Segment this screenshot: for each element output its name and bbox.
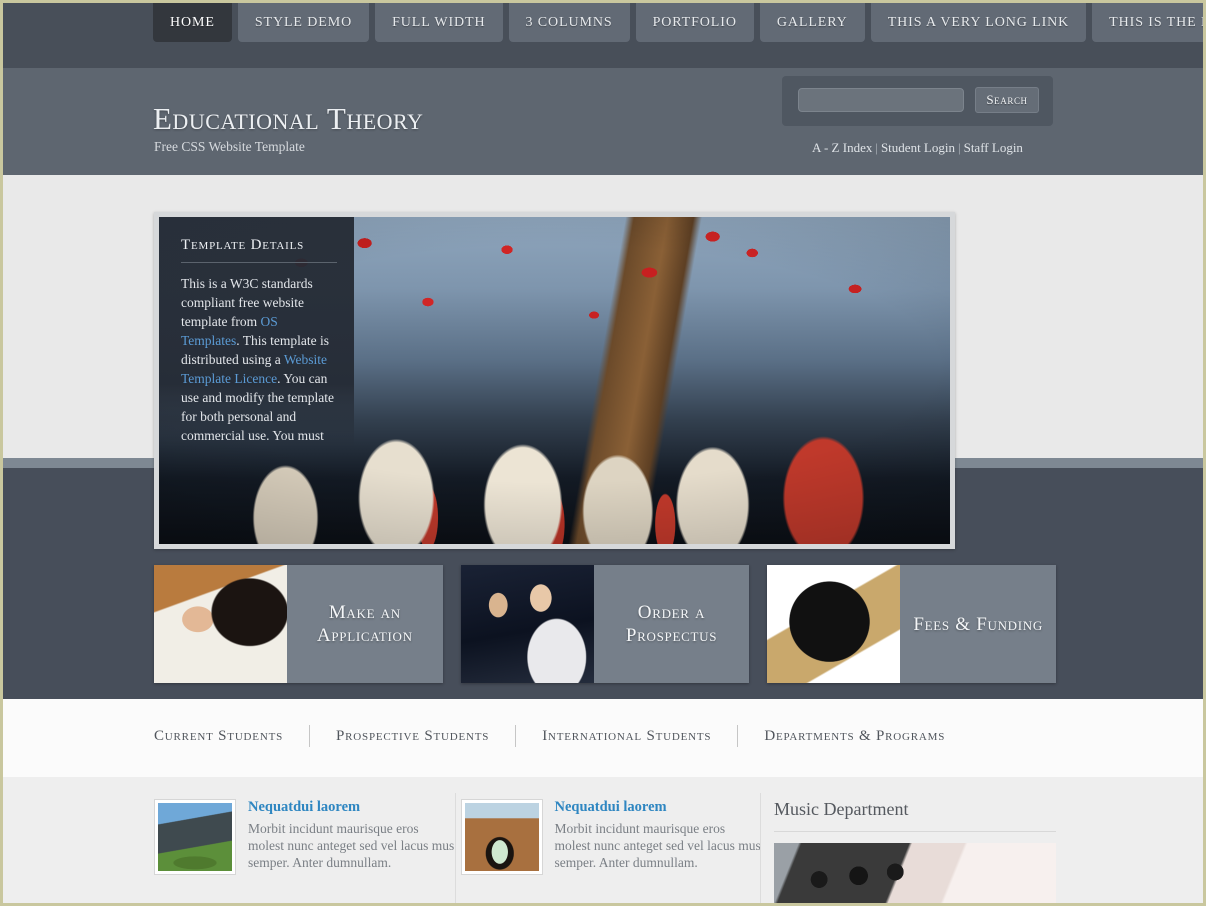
magnifier-money-photo xyxy=(767,565,901,683)
search-input[interactable] xyxy=(798,88,964,112)
news-thumbnail-2[interactable] xyxy=(460,799,543,875)
feature-label-application: Make an Application xyxy=(287,565,443,683)
feature-label-fees: Fees & Funding xyxy=(900,565,1057,683)
news-text-1: Morbit incidunt maurisque eros molest nu… xyxy=(248,821,455,870)
feature-fees-and-funding[interactable]: Fees & Funding xyxy=(767,565,1057,683)
feature-label-prospectus: Order a Prospectus xyxy=(593,565,750,683)
campus-lawn-photo xyxy=(158,803,232,871)
section-navigation: Current Students Prospective Students In… xyxy=(154,725,971,747)
link-az-index[interactable]: A - Z Index xyxy=(812,140,872,155)
nav-item-long-link[interactable]: This a very long link xyxy=(870,3,1087,42)
site-title: Educational Theory xyxy=(153,101,424,136)
page-root: Home Style Demo Full Width 3 Columns Por… xyxy=(0,0,1206,906)
search-button[interactable]: Search xyxy=(975,87,1039,113)
footer-columns: Nequatdui laorem Morbit incidunt maurisq… xyxy=(154,799,1056,903)
link-student-login[interactable]: Student Login xyxy=(881,140,955,155)
main-navigation-bar: Home Style Demo Full Width 3 Columns Por… xyxy=(3,3,1203,68)
department-title: Music Department xyxy=(774,799,1056,832)
site-header: Educational Theory Free CSS Website Temp… xyxy=(3,68,1203,175)
student-writing-photo xyxy=(154,565,287,683)
nav-item-gallery[interactable]: Gallery xyxy=(759,3,865,42)
utility-links: A - Z Index | Student Login | Staff Login xyxy=(782,140,1053,156)
search-box: Search xyxy=(782,76,1053,126)
nav-item-style-demo[interactable]: Style Demo xyxy=(237,3,370,42)
template-details-text: This is a W3C standards compliant free w… xyxy=(181,274,337,449)
site-tagline: Free CSS Website Template xyxy=(154,139,305,154)
section-link-current-students[interactable]: Current Students xyxy=(154,728,309,745)
stone-archway-photo xyxy=(464,803,539,871)
details-text-1: This is a W3C standards compliant free w… xyxy=(181,276,313,329)
news-body-2: Nequatdui laorem Morbit incidunt maurisq… xyxy=(554,799,762,903)
nav-item-full-width[interactable]: Full Width xyxy=(375,3,503,42)
students-laptop-photo xyxy=(460,565,594,683)
news-title-1[interactable]: Nequatdui laorem xyxy=(248,799,455,816)
template-details-panel: Template Details This is a W3C standards… xyxy=(159,217,354,449)
footer-column-divider-2 xyxy=(760,793,761,903)
section-link-international-students[interactable]: International Students xyxy=(516,728,737,745)
link-staff-login[interactable]: Staff Login xyxy=(964,140,1023,155)
feature-order-a-prospectus[interactable]: Order a Prospectus xyxy=(460,565,750,683)
clarinet-sheet-music-photo xyxy=(774,843,1056,903)
news-body-1: Nequatdui laorem Morbit incidunt maurisq… xyxy=(248,799,455,903)
hero-banner-inner: Template Details This is a W3C standards… xyxy=(159,217,950,544)
department-column: Music Department xyxy=(774,799,1056,903)
link-separator-2: | xyxy=(957,140,961,155)
link-separator-1: | xyxy=(875,140,878,155)
template-details-heading: Template Details xyxy=(181,237,337,263)
main-nav-list: Home Style Demo Full Width 3 Columns Por… xyxy=(153,3,1203,42)
news-title-2[interactable]: Nequatdui laorem xyxy=(555,799,762,816)
nav-item-last[interactable]: This is the last xyxy=(1092,3,1203,42)
nav-item-portfolio[interactable]: Portfolio xyxy=(635,3,754,42)
footer-column-divider-1 xyxy=(455,793,456,903)
feature-box-row: Make an Application Order a Prospectus F… xyxy=(154,565,1057,683)
section-link-departments-programs[interactable]: Departments & Programs xyxy=(738,728,971,745)
nav-item-home[interactable]: Home xyxy=(153,3,232,42)
news-item-2: Nequatdui laorem Morbit incidunt maurisq… xyxy=(460,799,762,903)
news-item-1: Nequatdui laorem Morbit incidunt maurisq… xyxy=(154,799,455,903)
nav-item-3-columns[interactable]: 3 Columns xyxy=(508,3,630,42)
news-text-2: Morbit incidunt maurisque eros molest nu… xyxy=(554,821,761,870)
hero-banner: Template Details This is a W3C standards… xyxy=(154,212,955,549)
news-thumbnail-1[interactable] xyxy=(154,799,236,875)
feature-make-an-application[interactable]: Make an Application xyxy=(154,565,443,683)
section-link-prospective-students[interactable]: Prospective Students xyxy=(310,728,515,745)
